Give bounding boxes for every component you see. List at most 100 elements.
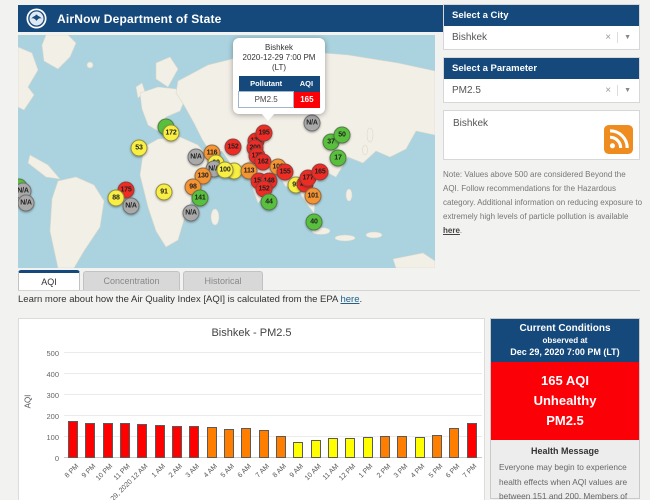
observed-at-value: Dec 29, 2020 7:00 PM (LT) — [510, 347, 620, 357]
note-period: . — [459, 226, 463, 235]
chart-bar[interactable] — [223, 429, 234, 458]
parameter-select[interactable]: PM2.5 × ▼ — [444, 79, 639, 102]
chart-x-tick-label: 12 PM — [337, 463, 358, 483]
chart-bar[interactable] — [68, 421, 78, 458]
aqi-map-marker[interactable]: 44 — [260, 193, 278, 211]
dos-seal-icon — [26, 8, 47, 29]
chart-x-tick-label: 1 AM — [150, 463, 167, 480]
aqi-map-marker[interactable]: 50 — [333, 126, 351, 144]
tab-aqi[interactable]: AQI — [18, 270, 80, 290]
city-select[interactable]: Bishkek × ▼ — [444, 26, 639, 49]
aqi-map-marker[interactable]: N/A — [303, 114, 321, 132]
current-aqi-value: 165 AQI — [541, 373, 589, 388]
city-dropdown-icon[interactable]: ▼ — [624, 34, 631, 41]
rss-feed-city: Bishkek — [453, 118, 489, 129]
chart-y-tick-label: 300 — [46, 391, 59, 400]
select-divider — [617, 85, 619, 96]
chart-gridline — [64, 373, 482, 374]
chart-bar[interactable] — [119, 423, 130, 458]
observed-at-label: observed at — [542, 336, 588, 345]
popup-city: Bishkek — [264, 43, 293, 52]
chart-bar[interactable] — [189, 426, 200, 458]
chart-y-tick-label: 200 — [46, 412, 59, 421]
chart-bar[interactable] — [258, 429, 269, 458]
aqi-map-marker[interactable]: N/A — [187, 148, 205, 166]
parameter-dropdown-icon[interactable]: ▼ — [624, 87, 631, 94]
chart-x-tick-label: 10 AM — [303, 463, 323, 482]
chart-bar[interactable] — [431, 434, 442, 458]
tab-historical[interactable]: Historical — [183, 271, 263, 290]
city-select-card: Select a City Bishkek × ▼ — [443, 4, 640, 50]
chart-bar[interactable] — [362, 437, 373, 458]
learn-more-here-link[interactable]: here — [340, 294, 359, 305]
chart-bar[interactable] — [379, 435, 390, 458]
chart-x-tick-label: 7 PM — [462, 463, 479, 480]
chart-bar[interactable] — [345, 438, 356, 458]
aqi-map-marker[interactable]: N/A — [122, 197, 140, 215]
current-conditions-header: Current Conditions observed at Dec 29, 2… — [491, 319, 639, 362]
aqi-map-marker[interactable]: 100 — [216, 161, 234, 179]
chart-x-tick-label: 8 PM — [63, 463, 80, 480]
chart-x-tick-label: 1 PM — [358, 463, 375, 480]
chart-gridline — [64, 352, 482, 353]
current-aqi-pollutant: PM2.5 — [546, 413, 584, 429]
chart-bar[interactable] — [85, 422, 96, 458]
chart-bar[interactable] — [327, 437, 338, 458]
chart-bar[interactable] — [171, 425, 182, 458]
chart-bar[interactable] — [137, 423, 148, 458]
learn-more-after: . — [359, 294, 363, 305]
chart-bar[interactable] — [397, 435, 408, 458]
aqi-map-marker[interactable]: N/A — [18, 194, 35, 212]
chart-bar[interactable] — [154, 424, 165, 458]
health-message-body: Everyone may begin to experience health … — [499, 462, 628, 500]
chart-x-tick-label: 8 AM — [271, 463, 288, 480]
chart-title: Bishkek - PM2.5 — [211, 327, 292, 339]
popup-pollutant-header: Pollutant — [238, 76, 294, 92]
health-message-title: Health Message — [530, 446, 600, 457]
map-popup[interactable]: Bishkek 2020-12-29 7:00 PM (LT) Pollutan… — [233, 38, 325, 121]
chart-x-tick-label: 6 PM — [444, 463, 462, 480]
chart-x-tick-label: 6 AM — [237, 463, 254, 480]
chart-gridline — [64, 394, 482, 395]
aqi-map-marker[interactable]: 17 — [329, 149, 347, 167]
chart-x-tick-label: 10 PM — [95, 463, 115, 483]
chart-x-tick-label: 3 AM — [185, 463, 202, 480]
current-aqi-category: Unhealthy — [533, 393, 597, 409]
popup-datetime: 2020-12-29 7:00 PM — [242, 53, 316, 62]
chart-plot-area: 8 PM 9 PM 10 PM 11 PM Dec 29, 2020 12 AM 1 AM… — [63, 347, 482, 500]
aqi-map-marker[interactable]: 141 — [191, 189, 209, 207]
note-here-link[interactable]: here — [443, 226, 460, 235]
current-conditions-title: Current Conditions — [519, 323, 611, 334]
select-divider — [617, 32, 619, 43]
chart-gridline — [64, 415, 482, 416]
rss-icon[interactable] — [604, 125, 633, 154]
chart-bar[interactable] — [293, 441, 304, 458]
chart-x-tick-label: 4 PM — [410, 463, 427, 480]
chart-bar[interactable] — [102, 423, 113, 458]
aqi-map-marker[interactable]: 172 — [162, 124, 180, 142]
aqi-map-marker[interactable]: 91 — [155, 183, 173, 201]
aqi-map-marker[interactable]: 53 — [130, 139, 148, 157]
app-title: AirNow Department of State — [57, 11, 222, 26]
chart-y-tick-label: 0 — [54, 454, 59, 463]
chart-bar[interactable] — [275, 435, 286, 458]
popup-aqi-value: 165 — [293, 91, 320, 108]
chart-bar[interactable] — [206, 427, 217, 458]
aqi-map-marker[interactable]: 40 — [305, 213, 323, 231]
chart-bar[interactable] — [241, 428, 252, 458]
chart-bar[interactable] — [414, 437, 425, 458]
chart-bar[interactable] — [466, 423, 477, 458]
aqi-map-marker[interactable]: 195 — [255, 124, 273, 142]
tab-concentration[interactable]: Concentration — [83, 271, 180, 290]
chart-x-tick-label: 5 PM — [427, 463, 444, 480]
world-map[interactable]: N/AN/A53172N/A11660N/A10013098141N/A1758… — [18, 35, 435, 268]
city-clear-icon[interactable]: × — [605, 32, 611, 43]
chart-x-tick-label: 11 AM — [321, 463, 340, 482]
parameter-clear-icon[interactable]: × — [605, 85, 611, 96]
aqi-map-marker[interactable]: 101 — [304, 187, 322, 205]
chart-bar[interactable] — [449, 428, 460, 458]
aqi-map-marker[interactable]: N/A — [182, 204, 200, 222]
aqi-map-marker[interactable]: 165 — [311, 163, 329, 181]
aqi-map-marker[interactable]: 152 — [224, 138, 242, 156]
chart-bar[interactable] — [310, 439, 321, 458]
